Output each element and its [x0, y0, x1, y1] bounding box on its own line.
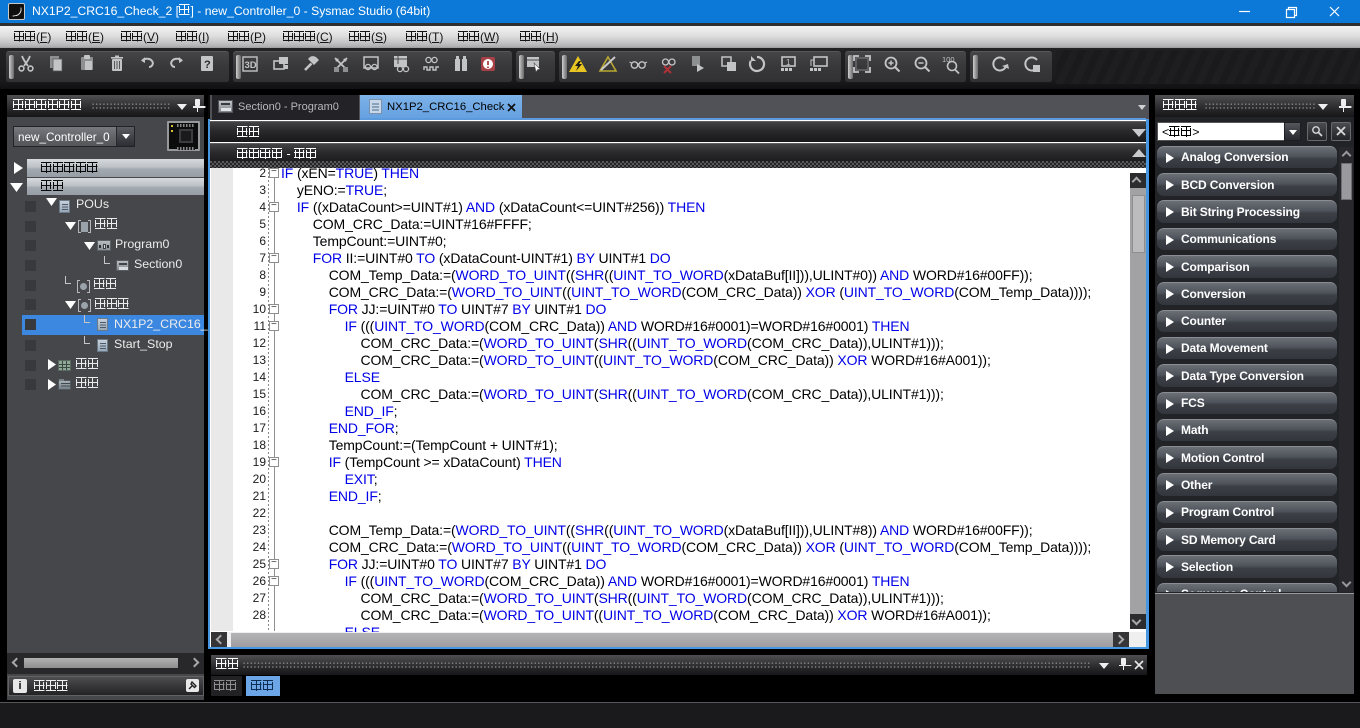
svg-text:?: ?: [204, 59, 211, 71]
svg-text:1: 1: [786, 58, 791, 67]
svg-text:3D: 3D: [245, 60, 257, 71]
